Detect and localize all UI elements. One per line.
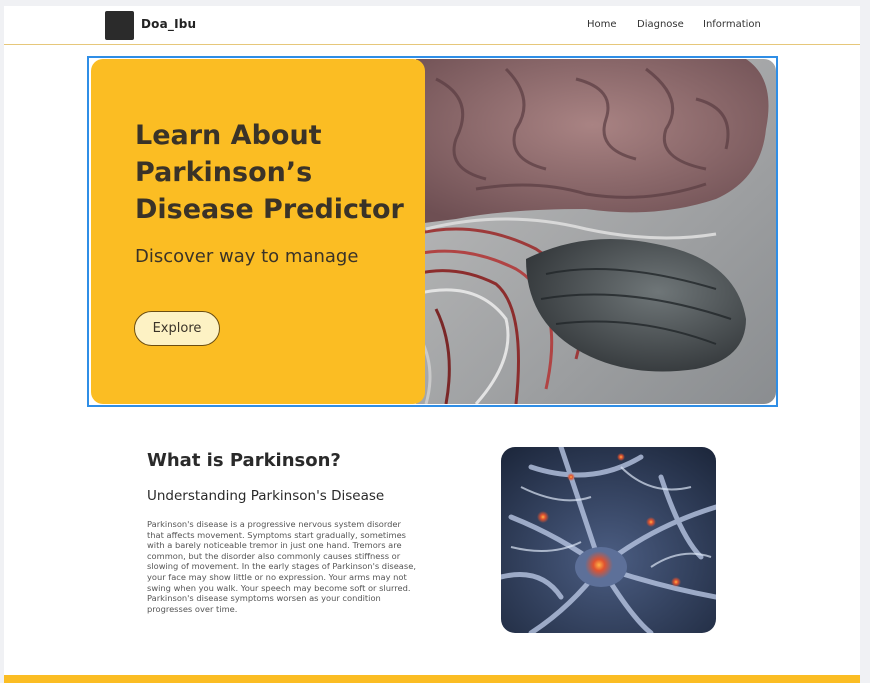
footer-bar xyxy=(4,675,860,683)
nav-link-information[interactable]: Information xyxy=(703,19,761,30)
hero-card: Learn About Parkinson’s Disease Predicto… xyxy=(91,59,425,404)
neuron-image xyxy=(501,447,716,633)
about-body: Parkinson's disease is a progressive ner… xyxy=(147,519,416,614)
brain-image xyxy=(416,59,776,404)
nav-link-diagnose[interactable]: Diagnose xyxy=(637,19,684,30)
page: Doa_Ibu Home Diagnose Information Learn … xyxy=(4,6,860,683)
navbar: Doa_Ibu Home Diagnose Information xyxy=(4,6,860,45)
logo-text[interactable]: Doa_Ibu xyxy=(141,17,196,31)
about-title: What is Parkinson? xyxy=(147,450,341,471)
hero-title: Learn About Parkinson’s Disease Predicto… xyxy=(135,120,404,225)
nav-link-home[interactable]: Home xyxy=(587,19,617,30)
about-subtitle: Understanding Parkinson's Disease xyxy=(147,488,385,504)
hero-section: Learn About Parkinson’s Disease Predicto… xyxy=(87,56,778,407)
logo-icon[interactable] xyxy=(105,11,134,40)
hero-subtitle: Discover way to manage xyxy=(135,246,359,267)
explore-button[interactable]: Explore xyxy=(134,311,220,346)
